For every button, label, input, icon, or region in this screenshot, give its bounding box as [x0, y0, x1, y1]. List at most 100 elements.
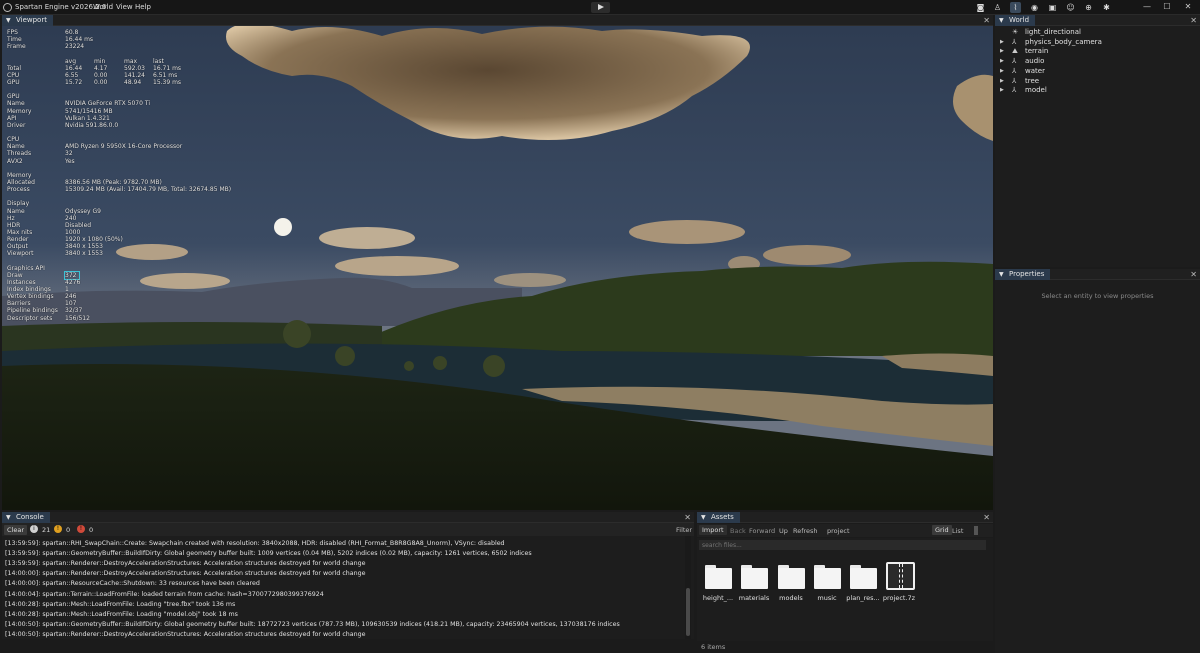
grid-view-button[interactable]: Grid — [932, 525, 952, 535]
refresh-button[interactable]: Refresh — [793, 527, 818, 535]
stat-value: 6.51 ms — [153, 71, 178, 79]
warning-icon[interactable]: ! — [54, 525, 62, 533]
title-bar: Spartan Engine v2026.2.6 World View Help… — [0, 0, 1200, 15]
folder-icon[interactable] — [741, 565, 768, 589]
tab-console-label: Console — [16, 513, 44, 521]
import-button[interactable]: Import — [699, 525, 727, 535]
gear-icon[interactable]: ✱ — [1101, 2, 1112, 13]
log-line[interactable]: [13:59:59]: spartan::RHI_SwapChain::Crea… — [5, 540, 505, 547]
filter-button[interactable]: Filter — [676, 526, 692, 534]
up-button[interactable]: Up — [779, 527, 788, 535]
stat-value: 0.00 — [94, 71, 108, 79]
archive-icon[interactable] — [886, 562, 915, 590]
log-line[interactable]: [14:00:28]: spartan::Mesh::LoadFromFile:… — [5, 611, 238, 618]
console-toolbar: Clear i 21 ! 0 ! 0 Filter — [2, 523, 694, 536]
asset-label[interactable]: materials — [734, 594, 774, 602]
gamepad-icon[interactable]: ⊕ — [1083, 2, 1094, 13]
entity-icon: ⅄ — [1012, 37, 1017, 46]
log-line[interactable]: [14:00:50]: spartan::Renderer::DestroyAc… — [5, 631, 366, 638]
log-line[interactable]: [13:59:59]: spartan::GeometryBuffer::Bui… — [5, 550, 532, 557]
log-line[interactable]: [14:00:50]: spartan::GeometryBuffer::Bui… — [5, 621, 620, 628]
viewport-scene[interactable]: FPS 60.8 Time 16.44 ms Frame 23224 avg min max la… — [2, 26, 993, 510]
menu-view[interactable]: View — [116, 3, 133, 11]
maximize-icon[interactable]: ☐ — [1160, 1, 1174, 13]
asset-label[interactable]: project.7z — [879, 594, 919, 602]
clear-button[interactable]: Clear — [4, 525, 27, 535]
search-files-input[interactable] — [699, 540, 986, 550]
stat-value: 15309.24 MB (Avail: 17404.79 MB, Total: … — [65, 186, 232, 194]
globe-icon[interactable]: ◉ — [1029, 2, 1040, 13]
item-count: 6 items — [701, 643, 726, 651]
forward-button[interactable]: Forward — [749, 527, 775, 535]
folder-icon[interactable] — [814, 565, 841, 589]
folder-icon[interactable] — [778, 565, 805, 589]
tab-world-label: World — [1009, 16, 1030, 24]
person-icon[interactable]: ♙ — [992, 2, 1003, 13]
tab-viewport[interactable]: ▼ Viewport — [2, 15, 53, 26]
console-scroll-thumb[interactable] — [686, 588, 690, 636]
viewport-close-icon[interactable]: ✕ — [983, 15, 990, 26]
folder-icon[interactable] — [850, 565, 877, 589]
stat-value: Odyssey G9 — [65, 207, 101, 215]
chart-icon[interactable]: ⌇ — [1010, 2, 1021, 13]
close-icon[interactable]: ✕ — [1181, 1, 1195, 13]
robot-icon[interactable]: ☺ — [1065, 2, 1076, 13]
stat-value: 0.00 — [94, 78, 108, 86]
asset-label[interactable]: models — [771, 594, 811, 602]
menu-help[interactable]: Help — [135, 3, 151, 11]
tree-item-label: model — [1025, 86, 1047, 95]
error-icon[interactable]: ! — [77, 525, 85, 533]
asset-label[interactable]: plan_res... — [843, 594, 883, 602]
expand-arrow-icon[interactable]: ▶ — [1000, 48, 1004, 54]
tab-assets[interactable]: ▼ Assets — [697, 512, 740, 523]
expand-arrow-icon[interactable]: ▶ — [1000, 68, 1004, 74]
zipper-stripe — [899, 564, 903, 588]
image-icon[interactable]: ▣ — [1047, 2, 1058, 13]
tab-world[interactable]: ▼ World — [995, 15, 1036, 26]
tab-console[interactable]: ▼ Console — [2, 512, 50, 523]
log-line[interactable]: [13:59:59]: spartan::Renderer::DestroyAc… — [5, 560, 366, 567]
back-button[interactable]: Back — [730, 527, 746, 535]
log-line[interactable]: [14:00:00]: spartan::Renderer::DestroyAc… — [5, 570, 366, 577]
minimize-icon[interactable]: — — [1140, 1, 1154, 13]
expand-arrow-icon[interactable]: ▶ — [1000, 78, 1004, 84]
tree-item-label: audio — [1025, 57, 1045, 66]
properties-close-icon[interactable]: ✕ — [1190, 269, 1197, 280]
info-icon[interactable]: i — [30, 525, 38, 533]
error-count: 0 — [89, 526, 94, 534]
warning-count: 0 — [66, 526, 71, 534]
log-line[interactable]: [14:00:04]: spartan::Terrain::LoadFromFi… — [5, 591, 324, 598]
stat-label: Total — [7, 64, 22, 72]
console-close-icon[interactable]: ✕ — [684, 512, 691, 523]
expand-arrow-icon[interactable]: ▶ — [1000, 58, 1004, 64]
folder-icon[interactable] — [705, 565, 732, 589]
world-close-icon[interactable]: ✕ — [1190, 15, 1197, 26]
path-breadcrumb[interactable]: project — [827, 527, 850, 535]
console-log[interactable]: [13:59:59]: spartan::RHI_SwapChain::Crea… — [2, 536, 694, 639]
stat-value: 5741/15416 MB — [65, 107, 113, 115]
timing-col-header: min — [94, 57, 106, 65]
info-count: 21 — [42, 526, 51, 534]
list-view-button[interactable]: List — [952, 527, 963, 535]
camera-icon[interactable]: ◙ — [975, 2, 986, 13]
stat-value: 32 — [65, 150, 73, 158]
log-line[interactable]: [14:00:28]: spartan::Mesh::LoadFromFile:… — [5, 601, 235, 608]
stat-value: 16.71 ms — [153, 64, 182, 72]
expand-arrow-icon[interactable]: ▶ — [1000, 87, 1004, 93]
stat-label: Driver — [7, 121, 26, 129]
viewport-header: ▼ Viewport ✕ — [2, 15, 993, 26]
menu-world[interactable]: World — [93, 3, 113, 11]
asset-label[interactable]: height_... — [698, 594, 738, 602]
stat-value: Disabled — [65, 221, 92, 229]
caret-down-icon: ▼ — [999, 271, 1004, 278]
log-line[interactable]: [14:00:00]: spartan::ResourceCache::Shut… — [5, 580, 260, 587]
play-button[interactable] — [591, 2, 610, 13]
folder-body — [705, 568, 732, 589]
stat-label: API — [7, 114, 17, 122]
stat-label: GPU — [7, 78, 20, 86]
expand-arrow-icon[interactable]: ▶ — [1000, 39, 1004, 45]
stat-value: 4.17 — [94, 64, 108, 72]
tab-properties[interactable]: ▼ Properties — [995, 269, 1051, 280]
assets-close-icon[interactable]: ✕ — [983, 512, 990, 523]
asset-label[interactable]: music — [807, 594, 847, 602]
